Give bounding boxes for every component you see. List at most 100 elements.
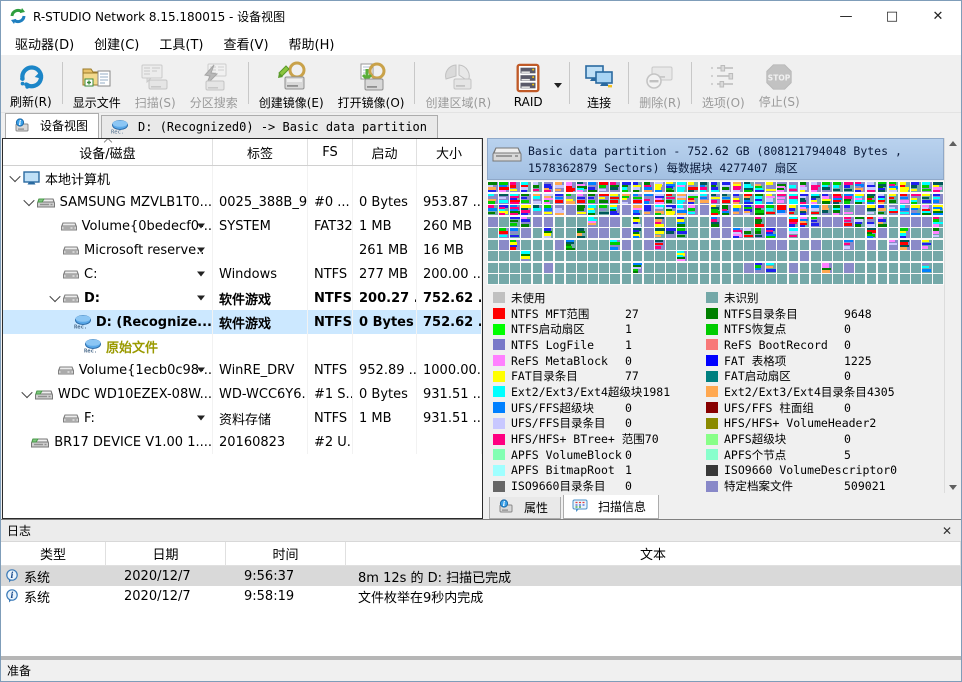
scan-block bbox=[755, 205, 765, 215]
tree-row-6[interactable]: Rec.D: (Recognize...软件游戏NTFS0 Bytes752.6… bbox=[3, 310, 482, 334]
scan-block bbox=[599, 228, 609, 238]
log-close-icon[interactable]: ✕ bbox=[939, 523, 955, 539]
tree-row-11[interactable]: BR17 DEVICE V1.00 1....20160823#2 U... bbox=[3, 430, 482, 454]
row-dropdown-icon[interactable] bbox=[197, 416, 205, 421]
tree-cell-name: Volume{1ecb0c98-.. bbox=[3, 358, 213, 382]
scan-block bbox=[744, 263, 754, 273]
scan-block bbox=[822, 217, 832, 227]
scan-block bbox=[610, 263, 620, 273]
toolbar-button-打开镜像(O)[interactable]: 打开镜像(O) bbox=[331, 58, 412, 112]
tree-row-9[interactable]: WDC WD10EZEX-08W...WD-WCC6Y6...#1 S...0 … bbox=[3, 382, 482, 406]
scan-block bbox=[566, 251, 576, 261]
row-dropdown-icon[interactable] bbox=[197, 368, 205, 373]
row-dropdown-icon[interactable] bbox=[197, 224, 205, 229]
scan-block bbox=[510, 251, 520, 261]
tree-expand-toggle[interactable] bbox=[7, 174, 23, 182]
partition-icon bbox=[58, 364, 74, 376]
scan-block bbox=[878, 274, 888, 284]
legend-item: ReFS MetaBlock0 bbox=[493, 353, 706, 369]
scan-block bbox=[588, 274, 598, 284]
menu-item-3[interactable]: 查看(V) bbox=[213, 30, 278, 57]
log-row-0[interactable]: i系统2020/12/79:56:378m 12s 的 D: 扫描已完成 bbox=[1, 566, 961, 586]
scan-block bbox=[789, 263, 799, 273]
maximize-button[interactable]: □ bbox=[869, 1, 915, 31]
scan-block bbox=[666, 274, 676, 284]
tree-row-10[interactable]: F:资料存储NTFS1 MB931.51 ... bbox=[3, 406, 482, 430]
legend-swatch bbox=[493, 418, 505, 429]
row-dropdown-icon[interactable] bbox=[197, 272, 205, 277]
scan-block bbox=[499, 217, 509, 227]
tree-row-0[interactable]: 本地计算机 bbox=[3, 166, 482, 190]
menu-item-1[interactable]: 创建(C) bbox=[84, 30, 149, 57]
scan-block bbox=[633, 205, 643, 215]
scan-block bbox=[844, 251, 854, 261]
tree-column-header-0[interactable]: 设备/磁盘 bbox=[3, 139, 213, 165]
tree-row-7[interactable]: Rec.原始文件 bbox=[3, 334, 482, 358]
title-bar: R-STUDIO Network 8.15.180015 - 设备视图 — □ … bbox=[1, 1, 961, 31]
legend-item: ISO9660 VolumeDescriptor0 bbox=[706, 463, 942, 479]
toolbar-button-显示文件[interactable]: 显示文件 bbox=[66, 58, 128, 112]
toolbar-button-RAID[interactable]: RAID bbox=[502, 59, 554, 111]
menu-item-0[interactable]: 驱动器(D) bbox=[5, 30, 84, 57]
scan-block bbox=[855, 274, 865, 284]
log-column-header-2[interactable]: 时间 bbox=[226, 542, 346, 565]
menu-item-2[interactable]: 工具(T) bbox=[149, 30, 213, 57]
scan-block bbox=[889, 205, 899, 215]
toolbar-button-连接[interactable]: 连接 bbox=[573, 58, 625, 112]
row-dropdown-icon[interactable] bbox=[197, 296, 205, 301]
scroll-down-icon[interactable] bbox=[949, 485, 957, 490]
scan-block bbox=[755, 251, 765, 261]
minimize-button[interactable]: — bbox=[823, 1, 869, 31]
tree-row-1[interactable]: SAMSUNG MZVLB1T0...0025_388B_9...#0 ...0… bbox=[3, 190, 482, 214]
scan-block bbox=[677, 263, 687, 273]
log-column-header-1[interactable]: 日期 bbox=[106, 542, 226, 565]
tree-row-4[interactable]: C:WindowsNTFS277 MB200.00 ... bbox=[3, 262, 482, 286]
scan-block bbox=[900, 182, 910, 192]
tree-expand-toggle[interactable] bbox=[21, 198, 37, 206]
tree-column-header-1[interactable]: 标签 bbox=[213, 139, 308, 165]
tree-row-5[interactable]: D:软件游戏NTFS200.27 ...752.62 ... bbox=[3, 286, 482, 310]
scan-block bbox=[833, 217, 843, 227]
scroll-up-icon[interactable] bbox=[949, 141, 957, 146]
legend-count: 0 bbox=[625, 354, 632, 368]
tree-row-3[interactable]: Microsoft reserve..261 MB16 MB bbox=[3, 238, 482, 262]
scan-block bbox=[644, 217, 654, 227]
tree-column-header-3[interactable]: 启动 bbox=[353, 139, 417, 165]
legend-swatch bbox=[706, 339, 718, 350]
row-dropdown-icon[interactable] bbox=[197, 248, 205, 253]
scan-block bbox=[544, 240, 554, 250]
scan-block bbox=[544, 263, 554, 273]
tree-column-header-2[interactable]: FS bbox=[308, 139, 353, 165]
tree-expand-toggle[interactable] bbox=[19, 390, 35, 398]
scan-block bbox=[599, 240, 609, 250]
scan-block bbox=[566, 263, 576, 273]
tree-column-header-4[interactable]: 大小 bbox=[417, 139, 482, 165]
close-button[interactable]: ✕ bbox=[915, 1, 961, 31]
toolbar-separator bbox=[691, 62, 692, 104]
tree-expand-toggle[interactable] bbox=[47, 294, 63, 302]
tree-row-8[interactable]: Volume{1ecb0c98-..WinRE_DRVNTFS952.89 ..… bbox=[3, 358, 482, 382]
log-row-1[interactable]: i系统2020/12/79:58:19文件枚举在9秒内完成 bbox=[1, 586, 961, 606]
scan-block bbox=[666, 194, 676, 204]
scan-tab-1[interactable]: 扫描信息 bbox=[563, 495, 659, 519]
tree-cell-fs: #0 ... bbox=[308, 190, 353, 214]
device-name: D: bbox=[84, 291, 100, 306]
tree-row-2[interactable]: Volume{0bedecf0-..SYSTEMFAT321 MB260 MB bbox=[3, 214, 482, 238]
view-tab-0[interactable]: i设备视图 bbox=[5, 113, 99, 138]
scan-block bbox=[533, 240, 543, 250]
legend-label: ISO9660 VolumeDescriptor bbox=[724, 463, 890, 477]
raid-dropdown-button[interactable] bbox=[554, 83, 562, 88]
toolbar-button-创建镜像(E)[interactable]: 创建镜像(E) bbox=[252, 58, 331, 112]
scan-block bbox=[878, 263, 888, 273]
log-column-header-3[interactable]: 文本 bbox=[346, 542, 961, 565]
scan-block bbox=[900, 228, 910, 238]
log-column-header-0[interactable]: 类型 bbox=[1, 542, 106, 565]
toolbar-button-刷新(R)[interactable]: 刷新(R) bbox=[3, 58, 59, 112]
menu-item-4[interactable]: 帮助(H) bbox=[279, 30, 345, 57]
legend-swatch bbox=[706, 434, 718, 445]
scan-tab-0[interactable]: i属性 bbox=[489, 497, 561, 519]
scan-scrollbar[interactable] bbox=[944, 138, 961, 493]
scan-tab-bar: i属性扫描信息 bbox=[489, 494, 659, 519]
tree-cell-name: Rec.D: (Recognize... bbox=[3, 310, 213, 334]
view-tab-1[interactable]: Rec.D: (Recognized0) -> Basic data parti… bbox=[101, 115, 438, 138]
